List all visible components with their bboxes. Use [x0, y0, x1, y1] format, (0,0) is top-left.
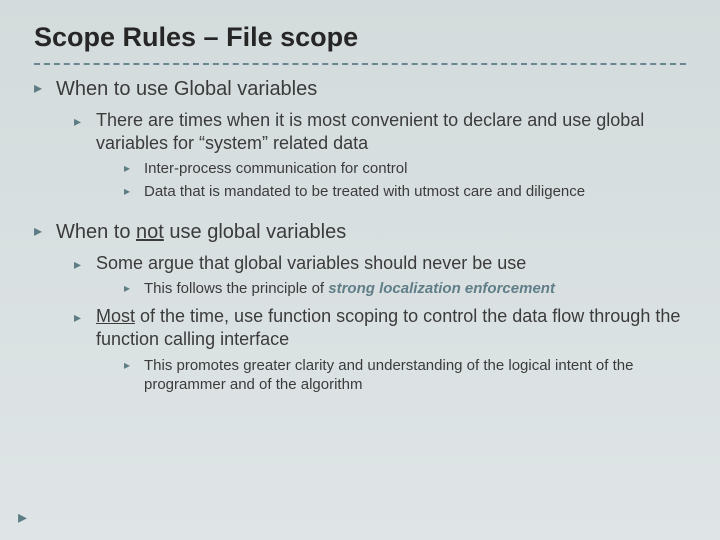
l3-item: Data that is mandated to be treated with… — [124, 182, 686, 202]
l3-item: Inter-process communication for control — [124, 159, 686, 179]
l1-text-underline: not — [136, 221, 164, 243]
l3-item: This promotes greater clarity and unders… — [124, 356, 686, 396]
l2-text-underline: Most — [96, 306, 135, 326]
slide: Scope Rules – File scope When to use Glo… — [0, 0, 720, 415]
l3-text: Data that is mandated to be treated with… — [144, 183, 585, 200]
l2-item: Most of the time, use function scoping t… — [74, 305, 686, 395]
l1-text: When to use Global variables — [56, 78, 317, 100]
l1-text-pre: When to — [56, 221, 136, 243]
l1-item: When to use Global variables There are t… — [34, 77, 686, 202]
page-title: Scope Rules – File scope — [34, 22, 686, 53]
l3-text: Inter-process communication for control — [144, 160, 407, 177]
spacer — [34, 212, 686, 220]
bullet-list-l3: This follows the principle of strong loc… — [96, 279, 686, 299]
l3-text-em: strong localization enforcement — [328, 280, 555, 297]
l2-text: There are times when it is most convenie… — [96, 110, 644, 153]
l2-text: Some argue that global variables should … — [96, 253, 526, 273]
bullet-list-l3: This promotes greater clarity and unders… — [96, 356, 686, 396]
bullet-list-l2: Some argue that global variables should … — [56, 252, 686, 396]
l3-item: This follows the principle of strong loc… — [124, 279, 686, 299]
l1-item: When to not use global variables Some ar… — [34, 220, 686, 395]
l1-text-post: use global variables — [164, 221, 346, 243]
divider — [34, 63, 686, 65]
l2-item: Some argue that global variables should … — [74, 252, 686, 299]
bullet-list-l2: There are times when it is most convenie… — [56, 109, 686, 202]
l2-item: There are times when it is most convenie… — [74, 109, 686, 202]
bullet-list-l3: Inter-process communication for control … — [96, 159, 686, 202]
l3-text-pre: This follows the principle of — [144, 280, 328, 297]
bullet-list-l1: When to use Global variables There are t… — [34, 77, 686, 395]
chevron-right-icon: ▸ — [18, 507, 27, 528]
l2-text-post: of the time, use function scoping to con… — [96, 306, 680, 349]
l3-text: This promotes greater clarity and unders… — [144, 357, 633, 394]
